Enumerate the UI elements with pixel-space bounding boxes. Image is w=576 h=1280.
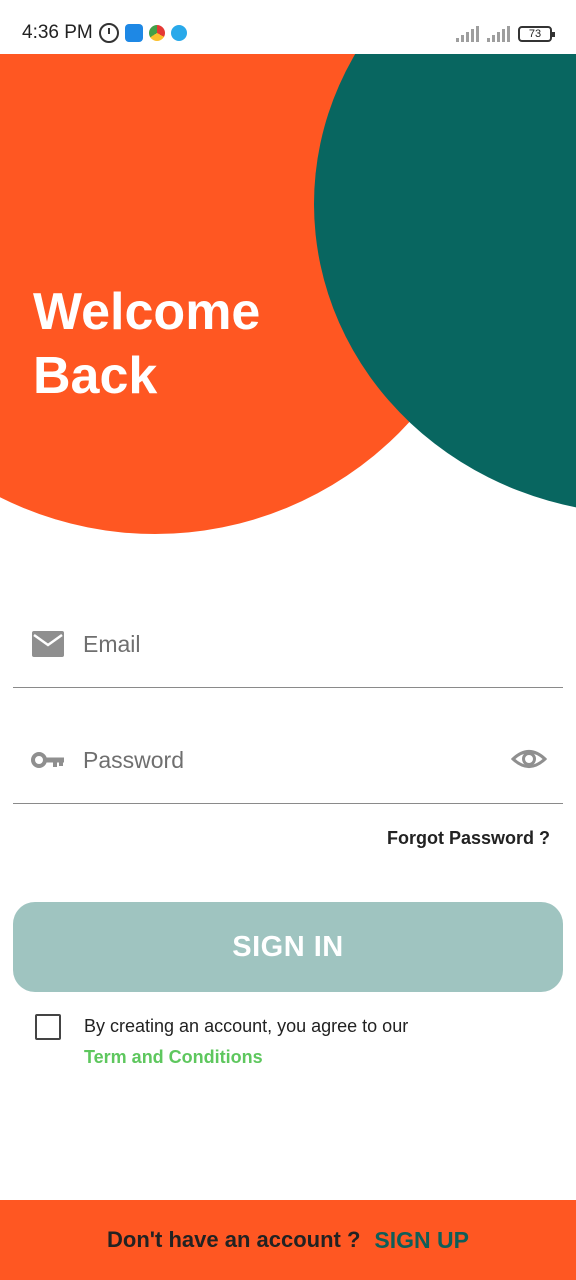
email-field[interactable] (13, 618, 563, 688)
signal-icon (456, 26, 479, 42)
battery-icon: 73 (518, 26, 555, 42)
status-bar-right: 73 (456, 26, 555, 42)
telegram-icon (170, 25, 187, 41)
title-line-2: Back (33, 347, 158, 405)
chrome-icon (148, 25, 165, 41)
status-time: 4:36 PM (22, 22, 93, 43)
title-line-1: Welcome (33, 283, 261, 341)
password-input[interactable] (83, 740, 483, 780)
mail-icon (32, 631, 64, 657)
forgot-password-link[interactable]: Forgot Password ? (387, 828, 550, 849)
status-bar: 4:36 PM 73 (0, 0, 576, 54)
header: Welcome Back (0, 54, 576, 554)
key-icon (31, 752, 64, 768)
app-notification-icon (124, 24, 143, 42)
signup-prompt: Don't have an account ? (107, 1227, 361, 1252)
sign-in-button[interactable]: SIGN IN (13, 902, 563, 992)
email-input[interactable] (83, 624, 483, 664)
terms-checkbox[interactable] (35, 1014, 61, 1040)
password-field[interactable] (13, 734, 563, 804)
page-title: Welcome Back (33, 280, 260, 408)
agree-text: By creating an account, you agree to our (84, 1016, 409, 1036)
sign-up-link[interactable]: SIGN UP (374, 1227, 469, 1254)
alarm-icon (98, 23, 119, 43)
footer: Don't have an account ? SIGN UP (0, 1200, 576, 1280)
terms-link[interactable]: Term and Conditions (84, 1047, 263, 1068)
eye-icon[interactable] (511, 744, 547, 774)
status-bar-left: 4:36 PM (22, 22, 187, 44)
signal-icon (487, 26, 510, 42)
